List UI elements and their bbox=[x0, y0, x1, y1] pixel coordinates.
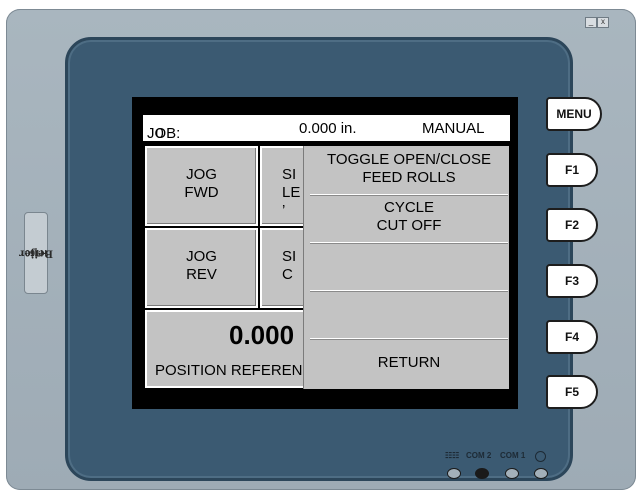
job-indicator: JOB: 0 bbox=[147, 125, 181, 142]
menu-item-empty-1[interactable] bbox=[310, 244, 508, 291]
power-icon bbox=[535, 451, 546, 462]
f3-key[interactable]: F3 bbox=[546, 264, 598, 298]
popup-menu: TOGGLE OPEN/CLOSE FEED ROLLS CYCLE CUT OFF… bbox=[303, 146, 509, 389]
menu-key[interactable]: MENU bbox=[546, 97, 602, 131]
f4-key[interactable]: F4 bbox=[546, 320, 598, 354]
minimize-button[interactable]: _ bbox=[585, 17, 597, 28]
f5-key[interactable]: F5 bbox=[546, 375, 598, 409]
com2-label: COM 2 bbox=[466, 451, 492, 460]
com1-label: COM 1 bbox=[500, 451, 526, 460]
position-reference-box[interactable]: 0.000 POSITION REFERENCE bbox=[145, 310, 320, 388]
f1-key[interactable]: F1 bbox=[546, 153, 598, 187]
network-led bbox=[447, 468, 461, 479]
jog-fwd-button[interactable]: JOG FWD bbox=[145, 146, 258, 226]
network-port-icon: ☷☷ bbox=[445, 451, 460, 460]
brand-label: HT60 | Beijer bbox=[19, 212, 53, 294]
position-label: POSITION REFERENCE bbox=[155, 362, 320, 379]
status-bar: JOB: 0 0.000 in. MANUAL bbox=[143, 115, 510, 142]
position-readout: 0.000 in. bbox=[299, 120, 357, 137]
jog-rev-button[interactable]: JOG REV bbox=[145, 228, 258, 308]
mode-indicator: MANUAL bbox=[422, 120, 485, 137]
com2-led bbox=[475, 468, 489, 479]
brand-name: Beijer bbox=[19, 247, 53, 259]
f2-key[interactable]: F2 bbox=[546, 208, 598, 242]
menu-item-cycle-cut-off[interactable]: CYCLE CUT OFF bbox=[310, 196, 508, 243]
position-value: 0.000 bbox=[229, 320, 295, 350]
menu-item-toggle-feed-rolls[interactable]: TOGGLE OPEN/CLOSE FEED ROLLS bbox=[310, 148, 508, 195]
menu-item-empty-2[interactable] bbox=[310, 292, 508, 339]
menu-item-return[interactable]: RETURN bbox=[310, 340, 508, 386]
close-button[interactable]: x bbox=[597, 17, 609, 28]
power-led bbox=[534, 468, 548, 479]
com1-led bbox=[505, 468, 519, 479]
